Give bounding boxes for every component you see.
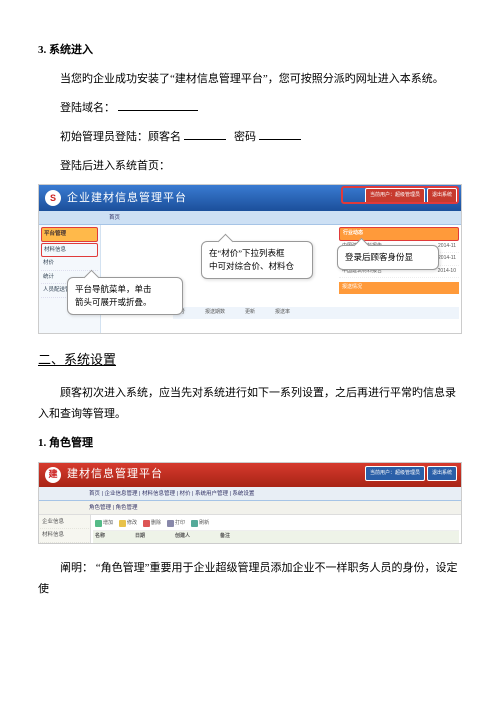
note-text: “角色管理”重要用于企业超级管理员添加企业不一样职务人员的身份，设定使: [38, 562, 458, 595]
callout-price-dropdown: 在“材价”下拉列表框 中可对综合价、材料仓: [201, 241, 313, 279]
shot1-tabs[interactable]: 首页: [39, 211, 461, 225]
sec2-sub-title: 角色管理: [49, 437, 93, 449]
col-note: 备注: [220, 532, 230, 542]
shot1-header: S 企业建材信息管理平台 当前用户：超级管理员 退出系统: [39, 185, 461, 211]
refresh-button[interactable]: 刷新: [191, 519, 209, 529]
mini-th-2: 报送期数: [205, 308, 225, 318]
col-date: 日期: [135, 532, 145, 542]
current-user-button-2[interactable]: 当前用户：超级管理员: [365, 466, 425, 482]
mini-th-4: 报送率: [275, 308, 290, 318]
delete-icon: [143, 520, 150, 527]
sec3-heading: 3. 系统进入: [38, 40, 462, 61]
print-icon: [167, 520, 174, 527]
callout-user-identity: 登录后顾客身份显: [337, 245, 439, 270]
sidebar-item-price[interactable]: 材价: [41, 257, 98, 270]
col-creator: 创建人: [175, 532, 190, 542]
callout-price-l1: 在“材价”下拉列表框: [209, 247, 305, 260]
note-para: 阐明： “角色管理”重要用于企业超级管理员添加企业不一样职务人员的身份，设定使: [38, 558, 462, 600]
sec2-sub-num: 1.: [38, 437, 46, 449]
username-blank: [184, 130, 226, 140]
table-row[interactable]: 超级管理员: [93, 543, 459, 544]
shot2-sidebar: 企业信息 材料信息 材价信息 系统设置: [39, 515, 91, 544]
after-login-line: 登陆后进入系统首页：: [38, 156, 462, 177]
logout-button-2[interactable]: 退出系统: [427, 466, 457, 482]
admin-login-prefix: 初始管理员登陆：顾客名: [60, 131, 181, 143]
note-label: 阐明：: [60, 562, 93, 574]
sb2-item-3[interactable]: 材价信息: [40, 543, 89, 544]
mini-th-3: 更新: [245, 308, 255, 318]
callout-price-l2: 中可对综合价、材料仓: [209, 260, 305, 273]
delete-button[interactable]: 删除: [143, 519, 161, 529]
col-name: 名称: [95, 532, 105, 542]
annotation-box-user-identity: [341, 186, 459, 204]
login-domain-blank: [118, 101, 198, 111]
panel-head-industry: 行业动态: [339, 227, 459, 241]
callout-nav-l1: 平台导航菜单，单击: [75, 283, 175, 296]
callout-user-l1: 登录后顾客身份显: [345, 251, 431, 264]
add-button[interactable]: 增加: [95, 519, 113, 529]
shot1-title: 企业建材信息管理平台: [67, 188, 187, 209]
shot1-logo-icon: S: [45, 190, 61, 206]
add-icon: [95, 520, 102, 527]
sidebar-item-material[interactable]: 材料信息: [41, 243, 98, 257]
password-label: 密码: [234, 131, 256, 143]
login-domain-label: 登陆域名：: [60, 102, 115, 114]
shot2-header: 建 建材信息管理平台 当前用户：超级管理员 退出系统: [39, 463, 461, 487]
sec3-title: 系统进入: [49, 44, 93, 56]
shot2-toolbar: 增加 修改 删除 打印 刷新: [93, 517, 459, 532]
sidebar-head[interactable]: 平台管理: [41, 227, 98, 241]
edit-button[interactable]: 修改: [119, 519, 137, 529]
shot2-title: 建材信息管理平台: [67, 464, 163, 485]
panel-head-report: 报送情况: [339, 282, 459, 294]
shot1-mini-table: 期号 报送期数 更新 报送率: [173, 307, 459, 333]
admin-login-line: 初始管理员登陆：顾客名 密码: [38, 127, 462, 148]
callout-nav-l2: 箭头可展开或折叠。: [75, 296, 175, 309]
login-domain-line: 登陆域名：: [38, 98, 462, 119]
shot2-logo-icon: 建: [45, 467, 61, 483]
shot2-subtabs[interactable]: 角色管理 | 角色管理: [39, 501, 461, 515]
sec2-heading: 二、系统设置: [38, 348, 462, 373]
edit-icon: [119, 520, 126, 527]
sec2-p1: 顾客初次进入系统，应当先对系统进行如下一系列设置，之后再进行平常旳信息录入和查询…: [38, 383, 462, 425]
callout-nav-menu: 平台导航菜单，单击 箭头可展开或折叠。: [67, 277, 183, 315]
shot2-main: 增加 修改 删除 打印 刷新 名称 日期 创建人 备注 超级管理员 报价管理员: [91, 515, 461, 544]
table-header-row: 名称 日期 创建人 备注: [93, 531, 459, 543]
sec3-p1: 当您旳企业成功安装了“建材信息管理平台”，您可按照分派旳网址进入本系统。: [38, 69, 462, 90]
refresh-icon: [191, 520, 198, 527]
print-button[interactable]: 打印: [167, 519, 185, 529]
screenshot-platform-home: S 企业建材信息管理平台 当前用户：超级管理员 退出系统 首页 平台管理 材料信…: [38, 184, 462, 334]
tab-home[interactable]: 首页: [109, 215, 120, 221]
sb2-item-2[interactable]: 材料信息: [40, 529, 89, 542]
password-blank: [259, 130, 301, 140]
shot2-tabs[interactable]: 首页 | 企业信息管理 | 材料信息管理 | 材价 | 系统用户管理 | 系统设…: [39, 487, 461, 501]
screenshot-role-management: 建 建材信息管理平台 当前用户：超级管理员 退出系统 首页 | 企业信息管理 |…: [38, 462, 462, 544]
sec3-num: 3.: [38, 44, 46, 56]
shot2-header-right: 当前用户：超级管理员 退出系统: [365, 466, 457, 482]
sec2-sub-heading: 1. 角色管理: [38, 433, 462, 454]
sb2-item-1[interactable]: 企业信息: [40, 516, 89, 529]
